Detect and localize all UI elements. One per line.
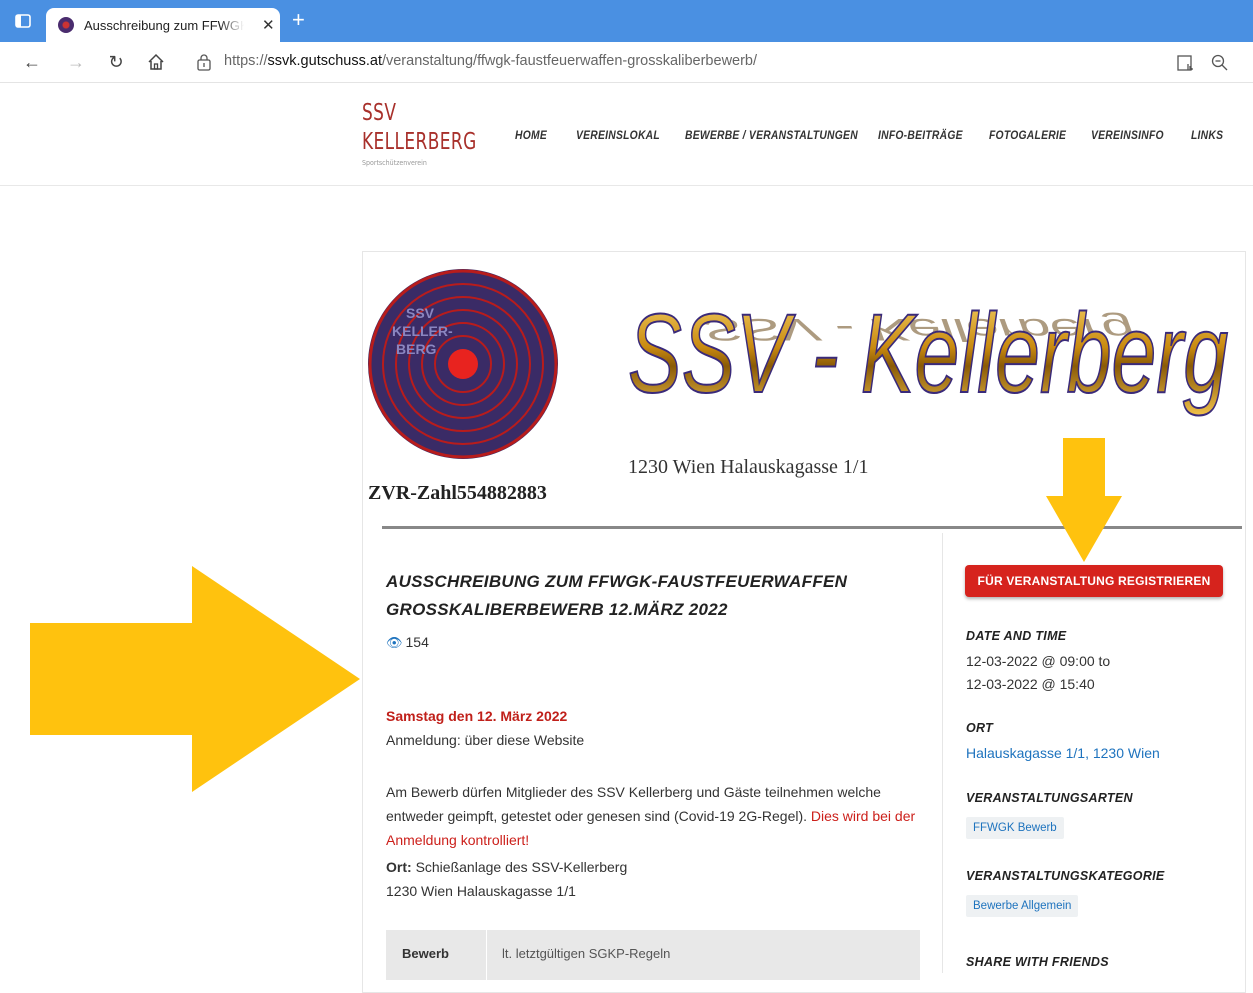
logo-line-1: SSV — [362, 100, 397, 126]
tab-title: Ausschreibung zum FFWGK-Faustfeuerwaffen… — [84, 17, 244, 33]
club-emblem-target: SSV KELLER- BERG — [368, 269, 558, 459]
nav-item-fotogalerie[interactable]: FOTOGALERIE — [989, 128, 1066, 142]
banner-zvr: ZVR-Zahl554882883 — [368, 482, 547, 504]
rules-table-row: Bewerb lt. letztgültigen SGKP-Regeln — [386, 930, 920, 980]
site-info-lock-icon[interactable] — [196, 53, 212, 71]
table-value: lt. letztgültigen SGKP-Regeln — [502, 946, 671, 961]
date-heading: DATE AND TIME — [966, 629, 1067, 643]
date-to: 12-03-2022 @ 15:40 — [966, 676, 1095, 692]
registration-line: Anmeldung: über diese Website — [386, 732, 585, 748]
share-heading: SHARE WITH FRIENDS — [966, 955, 1109, 969]
reader-view-icon[interactable] — [1176, 53, 1196, 73]
date-from: 12-03-2022 @ 09:00 to — [966, 653, 1111, 669]
ort-heading: ORT — [966, 721, 994, 735]
logo-subtitle: Sportschützenverein — [362, 159, 427, 167]
view-count: 👁 154 — [386, 634, 429, 650]
participation-paragraph: Am Bewerb dürfen Mitglieder des SSV Kell… — [386, 780, 926, 852]
back-icon[interactable]: ← — [22, 52, 42, 72]
logo-line-2: KELLERBERG — [362, 129, 477, 155]
forward-icon[interactable]: → — [66, 52, 86, 72]
register-button[interactable]: FÜR VERANSTALTUNG REGISTRIEREN — [965, 565, 1223, 597]
event-date-paragraph: Samstag den 12. März 2022 Anmeldung: übe… — [386, 704, 926, 752]
nav-item-bewerbe-veranstaltungen[interactable]: BEWERBE / VERANSTALTUNGEN — [685, 128, 858, 142]
address-bar-row: ← → ↻ https://ssvk.gutschuss.at/veransta… — [0, 42, 1253, 83]
ort-map-link[interactable]: Halauskagasse 1/1, 1230 Wien — [966, 745, 1160, 761]
browser-tab-active[interactable]: Ausschreibung zum FFWGK-Faustfeuerwaffen… — [46, 8, 280, 42]
category-heading: VERANSTALTUNGSKATEGORIE — [966, 869, 1165, 883]
zoom-icon[interactable] — [1210, 53, 1230, 73]
banner-address: 1230 Wien Halauskagasse 1/1 — [628, 456, 868, 478]
date-range: 12-03-2022 @ 09:00 to 12-03-2022 @ 15:40 — [966, 650, 1110, 696]
nav-item-info-beitraege[interactable]: INFO-BEITRÄGE — [878, 128, 963, 142]
emblem-text-2: KELLER- — [392, 323, 453, 339]
event-title: AUSSCHREIBUNG ZUM FFWGK-FAUSTFEUERWAFFEN… — [386, 572, 848, 619]
eye-icon: 👁 — [386, 635, 403, 650]
home-icon[interactable] — [146, 52, 166, 72]
yellow-arrow-down-icon — [1046, 438, 1122, 562]
event-category-tag[interactable]: Bewerbe Allgemein — [966, 895, 1079, 917]
nav-item-home[interactable]: HOME — [515, 128, 547, 142]
reload-icon[interactable]: ↻ — [106, 52, 126, 72]
nav-item-vereinsinfo[interactable]: VEREINSINFO — [1091, 128, 1164, 142]
table-key: Bewerb — [402, 946, 449, 961]
emblem-text-1: SSV — [406, 305, 435, 321]
new-tab-icon[interactable]: + — [292, 9, 305, 31]
url-field[interactable]: https://ssvk.gutschuss.at/veranstaltung/… — [224, 53, 757, 69]
table-cell-divider — [486, 930, 487, 980]
tab-close-icon[interactable]: ✕ — [262, 16, 275, 34]
site-favicon-icon — [58, 17, 74, 33]
nav-item-vereinslokal[interactable]: VEREINSLOKAL — [576, 128, 660, 142]
site-header: SSV KELLERBERG Sportschützenverein HOME … — [0, 83, 1253, 186]
emblem-text-3: BERG — [396, 341, 437, 357]
location-label: Ort: — [386, 859, 412, 875]
banner-wordmark: SSV - Kellerberg — [628, 291, 1228, 416]
tab-actions-icon[interactable] — [14, 12, 32, 30]
site-logo[interactable]: SSV KELLERBERG Sportschützenverein — [362, 99, 502, 167]
event-date-line: Samstag den 12. März 2022 — [386, 708, 568, 724]
yellow-arrow-right-icon — [30, 566, 360, 792]
location-value: Schießanlage des SSV-Kellerberg — [415, 859, 628, 875]
nav-item-links[interactable]: LINKS — [1191, 128, 1223, 142]
location-address: 1230 Wien Halauskagasse 1/1 — [386, 883, 576, 899]
types-heading: VERANSTALTUNGSARTEN — [966, 791, 1133, 805]
location-paragraph: Ort: Schießanlage des SSV-Kellerberg 123… — [386, 855, 926, 903]
column-divider — [942, 533, 943, 973]
participation-text: Am Bewerb dürfen Mitglieder des SSV Kell… — [386, 784, 881, 824]
browser-tab-bar: Ausschreibung zum FFWGK-Faustfeuerwaffen… — [0, 0, 1253, 42]
event-type-tag[interactable]: FFWGK Bewerb — [966, 817, 1064, 839]
